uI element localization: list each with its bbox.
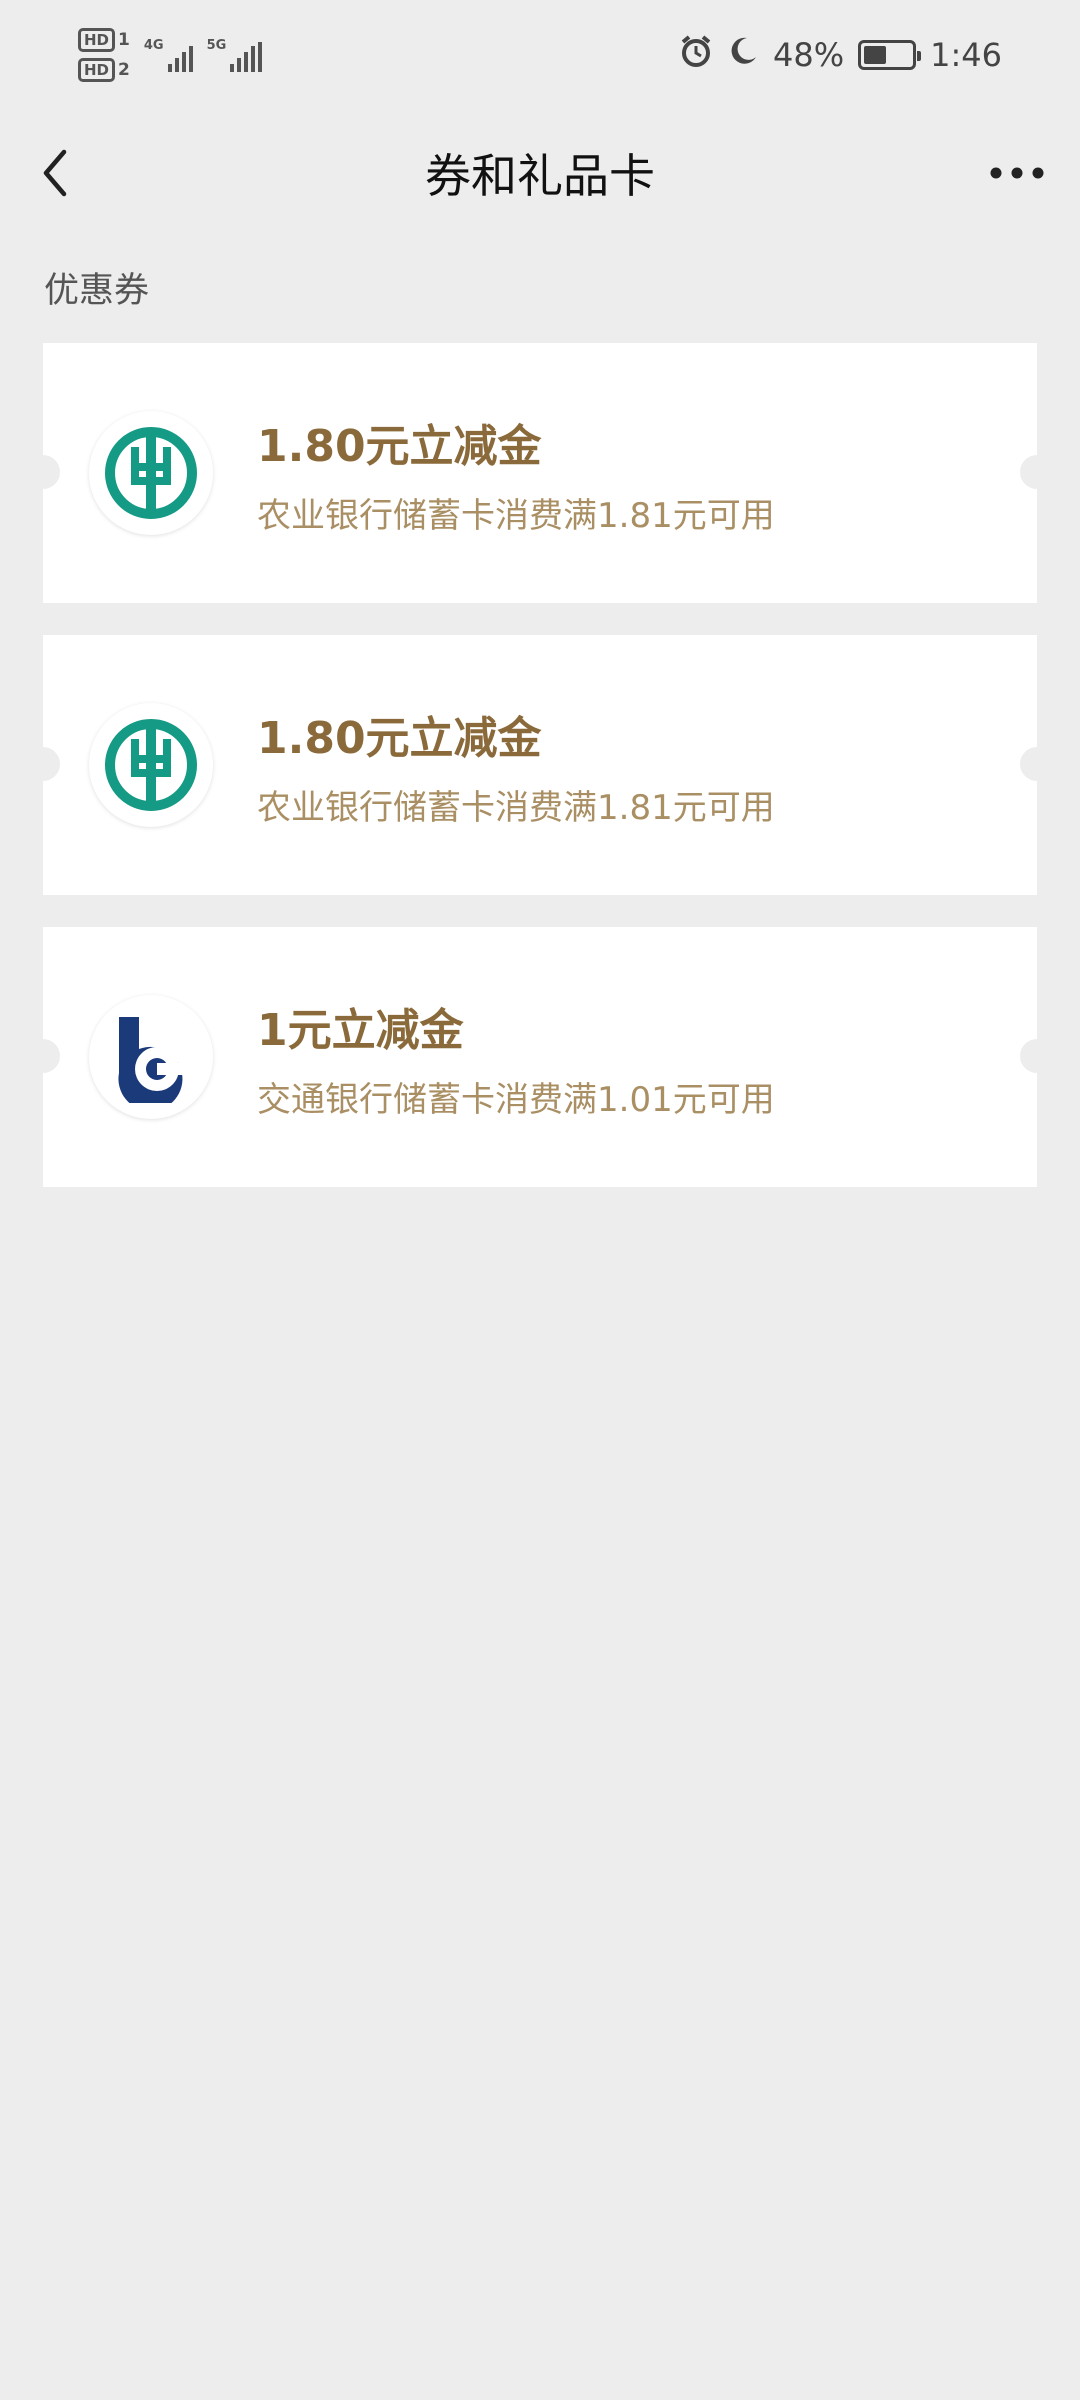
coupon-card[interactable]: 1元立减金 交通银行储蓄卡消费满1.01元可用: [26, 927, 1054, 1187]
nav-bar: 券和礼品卡: [0, 118, 1080, 228]
abc-bank-logo: [89, 703, 213, 827]
more-horizontal-icon: [990, 167, 1044, 179]
signal-icon: [230, 42, 263, 72]
hd1-badge: HD: [78, 28, 116, 52]
coupon-card[interactable]: 1.80元立减金 农业银行储蓄卡消费满1.81元可用: [26, 635, 1054, 895]
abc-bank-logo: [89, 411, 213, 535]
coupon-text: 1.80元立减金 农业银行储蓄卡消费满1.81元可用: [257, 410, 775, 537]
bocom-bank-logo: [89, 995, 213, 1119]
sim-indicators: HD 1 HD 2: [78, 28, 130, 82]
moon-icon: [727, 35, 759, 75]
status-left: HD 1 HD 2 4G 5G: [78, 28, 263, 82]
battery-icon: [858, 40, 922, 70]
coupon-text: 1元立减金 交通银行储蓄卡消费满1.01元可用: [257, 994, 775, 1121]
battery-percent: 48%: [773, 36, 845, 74]
signal-icon: [167, 42, 193, 72]
coupon-desc: 农业银行储蓄卡消费满1.81元可用: [257, 787, 775, 828]
hd2-sub: 2: [118, 60, 130, 80]
hd2-badge: HD: [78, 58, 116, 82]
sim1-indicator: HD 1: [78, 28, 130, 52]
coupon-list: 1.80元立减金 农业银行储蓄卡消费满1.81元可用 1.80元立减金 农业银行…: [26, 343, 1054, 1219]
coupon-desc: 交通银行储蓄卡消费满1.01元可用: [257, 1079, 775, 1120]
coupon-title: 1.80元立减金: [257, 712, 542, 764]
network-5g: 5G: [207, 38, 263, 72]
coupon-desc: 农业银行储蓄卡消费满1.81元可用: [257, 495, 775, 536]
coupon-text: 1.80元立减金 农业银行储蓄卡消费满1.81元可用: [257, 702, 775, 829]
hd1-sub: 1: [118, 30, 130, 50]
status-bar: HD 1 HD 2 4G 5G 48% 1:46: [0, 0, 1080, 110]
coupon-card[interactable]: 1.80元立减金 农业银行储蓄卡消费满1.81元可用: [26, 343, 1054, 603]
back-button[interactable]: [30, 148, 80, 198]
chevron-left-icon: [43, 149, 67, 197]
network-4g: 4G: [144, 38, 193, 72]
coupon-title: 1.80元立减金: [257, 420, 542, 472]
coupon-title: 1元立减金: [257, 1004, 464, 1056]
sim2-indicator: HD 2: [78, 58, 130, 82]
network-5g-label: 5G: [206, 38, 227, 53]
status-right: 48% 1:46: [679, 34, 1002, 76]
network-4g-label: 4G: [143, 38, 164, 53]
section-label-coupons: 优惠券: [44, 271, 150, 311]
battery-level: [864, 46, 887, 64]
alarm-icon: [679, 34, 713, 76]
page-title: 券和礼品卡: [425, 149, 655, 203]
clock: 1:46: [930, 36, 1002, 74]
more-button[interactable]: [982, 148, 1052, 198]
